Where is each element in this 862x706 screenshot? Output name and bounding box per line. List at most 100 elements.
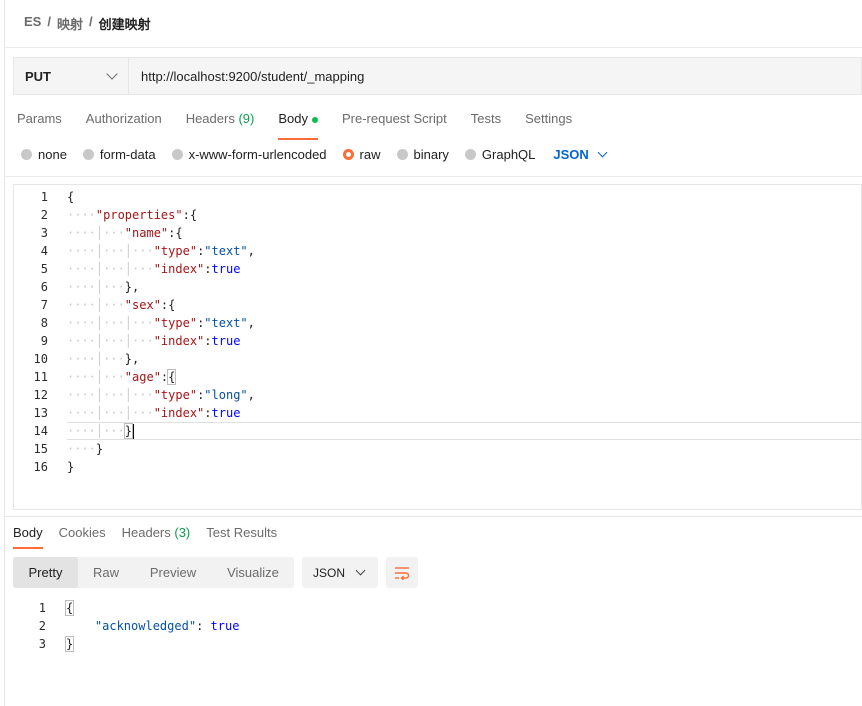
divider (5, 516, 862, 517)
tab-tests[interactable]: Tests (471, 111, 501, 126)
radio-circle[interactable] (82, 149, 94, 160)
code-line-current: 14 ····│···} (14, 422, 861, 440)
line-number: 3 (38, 637, 46, 651)
radio-circle[interactable] (464, 149, 476, 160)
code-line: 15 ····} (14, 440, 861, 458)
response-format-select[interactable]: JSON (302, 557, 378, 588)
response-line: 2 "acknowledged": true (0, 617, 862, 635)
tab-pre-request-script[interactable]: Pre-request Script (342, 111, 447, 126)
line-number: 6 (40, 280, 48, 294)
chevron-down-icon (106, 68, 118, 80)
breadcrumb: ES / 映射 / 创建映射 (24, 14, 151, 33)
radio-x-www-form-urlencoded[interactable]: x-www-form-urlencoded (171, 147, 327, 162)
code-line: 2 ····"properties":{ (14, 206, 861, 224)
response-text: { (64, 600, 75, 616)
chevron-down-icon (597, 147, 608, 158)
breadcrumb-separator: / (47, 14, 51, 29)
code-line: 6 ····│···}, (14, 278, 861, 296)
response-tab-headers[interactable]: Headers (3) (122, 525, 191, 540)
text-cursor (133, 424, 135, 439)
radio-circle[interactable] (171, 149, 183, 160)
method-label: PUT (25, 68, 51, 84)
response-headers-count: (3) (174, 525, 191, 540)
code-text: { (67, 190, 75, 204)
line-number: 1 (38, 601, 46, 615)
response-body: 1{ 2 "acknowledged": true 3} (0, 599, 862, 653)
view-mode-pretty[interactable]: Pretty (13, 557, 78, 588)
code-text: } (67, 460, 75, 474)
radio-binary[interactable]: binary (396, 147, 449, 162)
view-mode-selector: Pretty Raw Preview Visualize (13, 557, 294, 588)
line-number: 1 (40, 190, 48, 204)
line-number: 9 (40, 334, 48, 348)
method-select[interactable]: PUT (14, 58, 129, 94)
radio-form-data[interactable]: form-data (82, 147, 156, 162)
tab-settings[interactable]: Settings (525, 111, 572, 126)
code-line: 10 ····│···}, (14, 350, 861, 368)
radio-raw[interactable]: raw (342, 147, 381, 162)
line-number: 2 (40, 208, 48, 222)
code-text: ····│···│···"index":true (67, 262, 241, 276)
line-number: 3 (40, 226, 48, 240)
code-line: 5 ····│···│···"index":true (14, 260, 861, 278)
headers-count: (9) (238, 111, 255, 126)
line-number: 4 (40, 244, 48, 258)
code-text: ····│···│···"index":true (67, 406, 241, 420)
divider (5, 47, 862, 48)
code-line: 9 ····│···│···"index":true (14, 332, 861, 350)
line-number: 8 (40, 316, 48, 330)
radio-circle[interactable] (396, 149, 408, 160)
code-line: 4 ····│···│···"type":"text", (14, 242, 861, 260)
response-tab-cookies[interactable]: Cookies (59, 525, 106, 540)
line-number: 5 (40, 262, 48, 276)
code-line: 16} (14, 458, 861, 476)
code-line: 7 ····│···"sex":{ (14, 296, 861, 314)
view-mode-preview[interactable]: Preview (134, 557, 212, 588)
code-text: ····│···}, (67, 352, 140, 366)
response-tab-test-results[interactable]: Test Results (206, 525, 277, 540)
tab-params[interactable]: Params (17, 111, 62, 126)
radio-graphql[interactable]: GraphQL (464, 147, 535, 162)
line-number: 16 (33, 460, 48, 474)
code-text: ····│···"sex":{ (67, 298, 176, 312)
tab-authorization[interactable]: Authorization (86, 111, 162, 126)
body-format-select[interactable]: JSON (553, 147, 608, 162)
request-body-editor[interactable]: 1{ 2 ····"properties":{ 3 ····│···"name":{… (13, 184, 862, 510)
radio-circle-selected[interactable] (342, 149, 354, 160)
line-number: 2 (38, 619, 46, 633)
code-text: ····│···"age":{ (67, 369, 177, 385)
radio-none[interactable]: none (21, 147, 67, 162)
radio-circle[interactable] (21, 149, 32, 160)
code-text: ····} (67, 442, 104, 456)
code-text: ····│···│···"type":"long", (67, 388, 255, 402)
wrap-lines-button[interactable] (386, 557, 418, 588)
line-number: 15 (33, 442, 48, 456)
response-tab-body[interactable]: Body (13, 525, 43, 549)
code-text: ····│···} (67, 423, 135, 439)
line-number: 11 (33, 370, 48, 384)
code-text: ····│···│···"type":"text", (67, 316, 255, 330)
view-mode-raw[interactable]: Raw (78, 557, 134, 588)
breadcrumb-item-es[interactable]: ES (24, 14, 41, 33)
chevron-down-icon (355, 565, 366, 576)
line-number: 14 (33, 424, 48, 438)
breadcrumb-item-current[interactable]: 创建映射 (99, 14, 151, 33)
url-input[interactable]: http://localhost:9200/student/_mapping (129, 58, 364, 94)
code-lines: 1{ 2 ····"properties":{ 3 ····│···"name":{… (14, 188, 861, 476)
code-text: ····│···│···"index":true (67, 334, 241, 348)
tab-body[interactable]: Body (278, 111, 318, 140)
code-line: 1{ (14, 188, 861, 206)
code-line: 11 ····│···"age":{ (14, 368, 861, 386)
line-number: 10 (33, 352, 48, 366)
code-text: ····"properties":{ (67, 208, 198, 222)
code-text: ····│···}, (67, 280, 140, 294)
breadcrumb-item-folder[interactable]: 映射 (57, 14, 83, 33)
code-line: 3 ····│···"name":{ (14, 224, 861, 242)
response-tabs: Body Cookies Headers (3) Test Results (13, 525, 293, 549)
code-text: ····│···│···"type":"text", (67, 244, 255, 258)
tab-headers[interactable]: Headers (9) (186, 111, 255, 126)
code-line: 12 ····│···│···"type":"long", (14, 386, 861, 404)
view-mode-visualize[interactable]: Visualize (212, 557, 294, 588)
line-number: 13 (33, 406, 48, 420)
code-text: ····│···"name":{ (67, 226, 183, 240)
